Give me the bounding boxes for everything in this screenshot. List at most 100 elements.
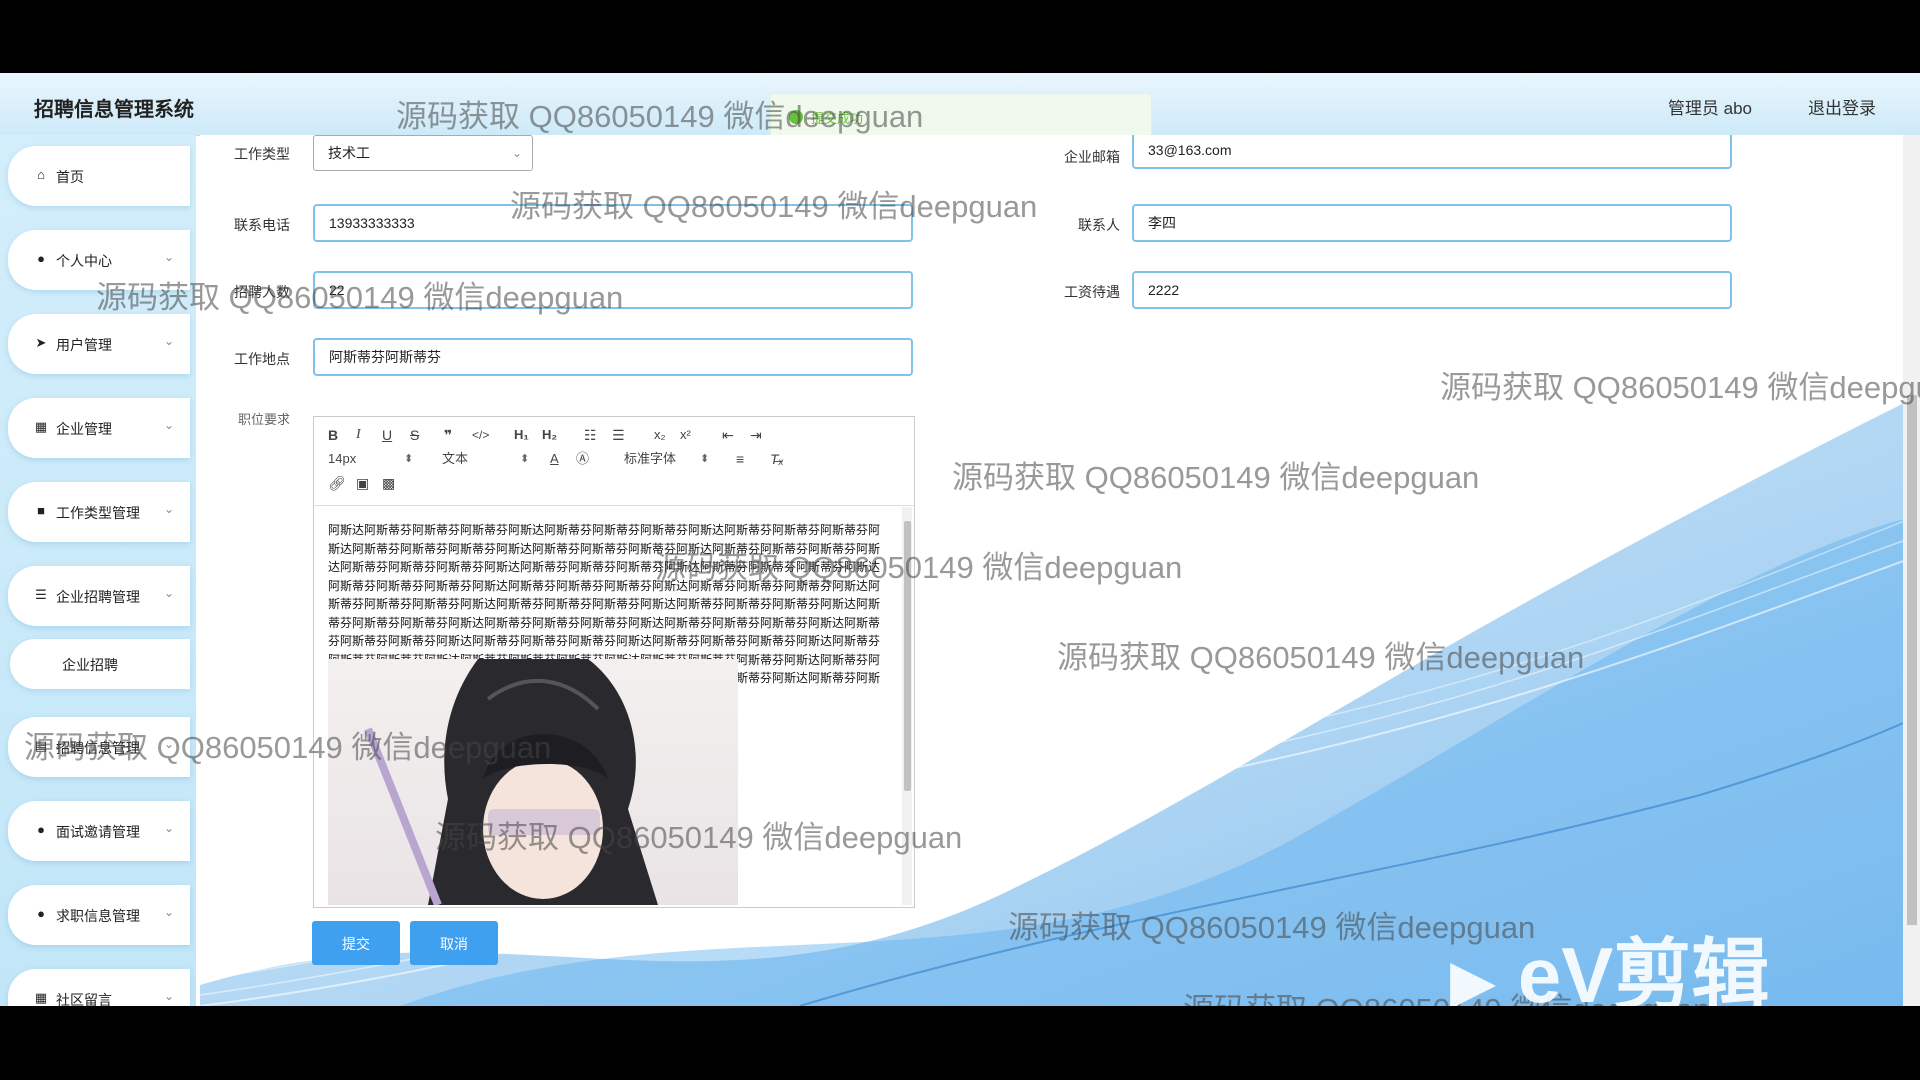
sidebar-subitem-label: 企业招聘 [62,657,118,673]
strikethrough-icon[interactable]: S [410,425,419,445]
sidebar-item-label: 工作类型管理 [56,505,140,521]
bullet-list-icon[interactable]: ☰ [612,425,625,445]
job-type-value: 技术工 [328,145,370,161]
chevron-down-icon: ⌄ [163,989,174,1003]
chevron-down-icon: ⌄ [163,250,174,264]
chevron-down-icon: ⌄ [163,905,174,919]
chevron-updown-icon: ⬍ [700,453,710,465]
headcount-field[interactable]: 22 [313,271,913,309]
video-icon[interactable]: ▩ [382,473,395,493]
heading2-icon[interactable]: H₂ [542,425,557,445]
sidebar-subitem-recruitment[interactable]: 企业招聘 [10,639,190,689]
indent-icon[interactable]: ⇥ [750,425,762,445]
requirements-label: 职位要求 [237,412,290,427]
subscript-icon[interactable]: x₂ [654,425,666,445]
grid-icon: ▦ [34,990,48,1005]
salary-label: 工资待遇 [1064,284,1120,300]
sidebar-item-label: 面试邀请管理 [56,824,140,840]
align-icon[interactable]: ≡ [736,449,744,469]
anime-character-image [328,659,738,905]
page-scrollbar[interactable] [1903,135,1920,1006]
email-field[interactable]: 33@163.com [1132,135,1732,169]
chevron-down-icon: ⌄ [163,586,174,600]
headcount-label: 招聘人数 [234,284,290,300]
sidebar-item-job-seeker-management[interactable]: ● 求职信息管理 ⌄ [8,885,190,945]
sidebar-item-job-info-management[interactable]: ▤ 招聘信息管理 ⌄ [8,717,190,777]
sidebar-item-label: 社区留言 [56,992,112,1006]
home-icon: ⌂ [37,167,45,182]
underline-icon[interactable]: U [382,425,392,445]
link-icon[interactable]: 🔗︎ [328,473,346,493]
editor-scrollbar[interactable] [902,507,912,905]
job-type-select[interactable]: 技术工 ⌄ [313,135,533,171]
scrollbar-thumb[interactable] [904,521,911,791]
ev-logo-text: eV剪辑 [1517,931,1770,1006]
sidebar-item-label: 企业管理 [56,421,112,437]
app-window: 招聘信息管理系统 提交成功 管理员 abo 退出登录 ⌂ 首页 ● 个人中心 ⌄… [0,73,1920,1006]
sidebar-item-interview-management[interactable]: ● 面试邀请管理 ⌄ [8,801,190,861]
play-icon: ▶ [1450,947,1497,1006]
top-bar: 招聘信息管理系统 提交成功 管理员 abo 退出登录 [0,73,1920,141]
sidebar-item-job-type-management[interactable]: ■ 工作类型管理 ⌄ [8,482,190,542]
sidebar-item-label: 求职信息管理 [56,908,140,924]
list-icon: ▤ [34,738,48,753]
font-family-select[interactable]: 标准字体 [624,449,676,469]
user-icon: ● [37,906,45,921]
job-type-label: 工作类型 [234,146,290,162]
pin-icon: ● [37,822,45,837]
sliders-icon: ☰ [35,587,47,602]
phone-label: 联系电话 [234,217,290,233]
chevron-down-icon: ⌄ [163,821,174,835]
background-color-icon[interactable]: Ⓐ [576,449,589,469]
sidebar-item-personal-center[interactable]: ● 个人中心 ⌄ [8,230,190,290]
submit-button[interactable]: 提交 [312,921,400,965]
code-icon[interactable]: </> [472,425,489,445]
chevron-down-icon: ⌄ [163,334,174,348]
sidebar-item-user-management[interactable]: ➤ 用户管理 ⌄ [8,314,190,374]
toast-text: 提交成功 [811,111,864,126]
ordered-list-icon[interactable]: ☷ [584,425,597,445]
sidebar-item-home[interactable]: ⌂ 首页 [8,146,190,206]
check-circle-icon [789,110,803,124]
phone-field[interactable]: 13933333333 [313,204,913,242]
logout-link[interactable]: 退出登录 [1808,94,1876,119]
site-title: 招聘信息管理系统 [34,99,194,121]
editor-toolbar: B I U S ❞ </> H₁ H₂ ☷ ☰ x₂ x² ⇤ ⇥ 14px ⬍… [314,417,914,506]
sidebar-item-recruitment-management[interactable]: ☰ 企业招聘管理 ⌄ [8,566,190,626]
superscript-icon[interactable]: x² [680,425,691,445]
cancel-button[interactable]: 取消 [410,921,498,965]
success-toast: 提交成功 [770,93,1152,141]
font-color-icon[interactable]: A [550,449,559,469]
italic-icon[interactable]: I [356,425,361,445]
location-field[interactable]: 阿斯蒂芬阿斯蒂芬 [313,338,913,376]
quote-icon[interactable]: ❞ [444,425,452,445]
contact-label: 联系人 [1078,217,1120,233]
chevron-down-icon: ⌄ [163,737,174,751]
chevron-down-icon: ⌄ [511,146,522,160]
rich-text-editor[interactable]: B I U S ❞ </> H₁ H₂ ☷ ☰ x₂ x² ⇤ ⇥ 14px ⬍… [313,416,915,908]
location-label: 工作地点 [234,351,290,367]
sidebar-item-label: 个人中心 [56,253,112,269]
sidebar-item-label: 首页 [56,169,84,185]
chevron-updown-icon: ⬍ [404,453,414,465]
folder-icon: ■ [37,503,45,518]
heading1-icon[interactable]: H₁ [514,425,529,445]
outdent-icon[interactable]: ⇤ [722,425,734,445]
current-user: 管理员 abo [1667,99,1752,118]
image-icon[interactable]: ▣ [356,473,369,493]
font-size-select[interactable]: 14px [328,449,356,469]
sidebar-item-community-messages[interactable]: ▦ 社区留言 ⌄ [8,969,190,1006]
send-icon: ➤ [35,335,47,350]
email-label: 企业邮箱 [1064,149,1120,165]
scrollbar-thumb[interactable] [1907,395,1917,925]
sidebar: ⌂ 首页 ● 个人中心 ⌄ ➤ 用户管理 ⌄ ▦ 企业管理 ⌄ ■ 工作类型管理… [0,135,196,1006]
clear-format-icon[interactable]: T̶ₓ [770,449,784,469]
sidebar-item-label: 用户管理 [56,337,112,353]
salary-field[interactable]: 2222 [1132,271,1732,309]
chevron-updown-icon: ⬍ [520,453,530,465]
grid-icon: ▦ [34,419,48,434]
text-type-select[interactable]: 文本 [442,449,468,469]
bold-icon[interactable]: B [328,425,338,445]
sidebar-item-company-management[interactable]: ▦ 企业管理 ⌄ [8,398,190,458]
contact-field[interactable]: 李四 [1132,204,1732,242]
